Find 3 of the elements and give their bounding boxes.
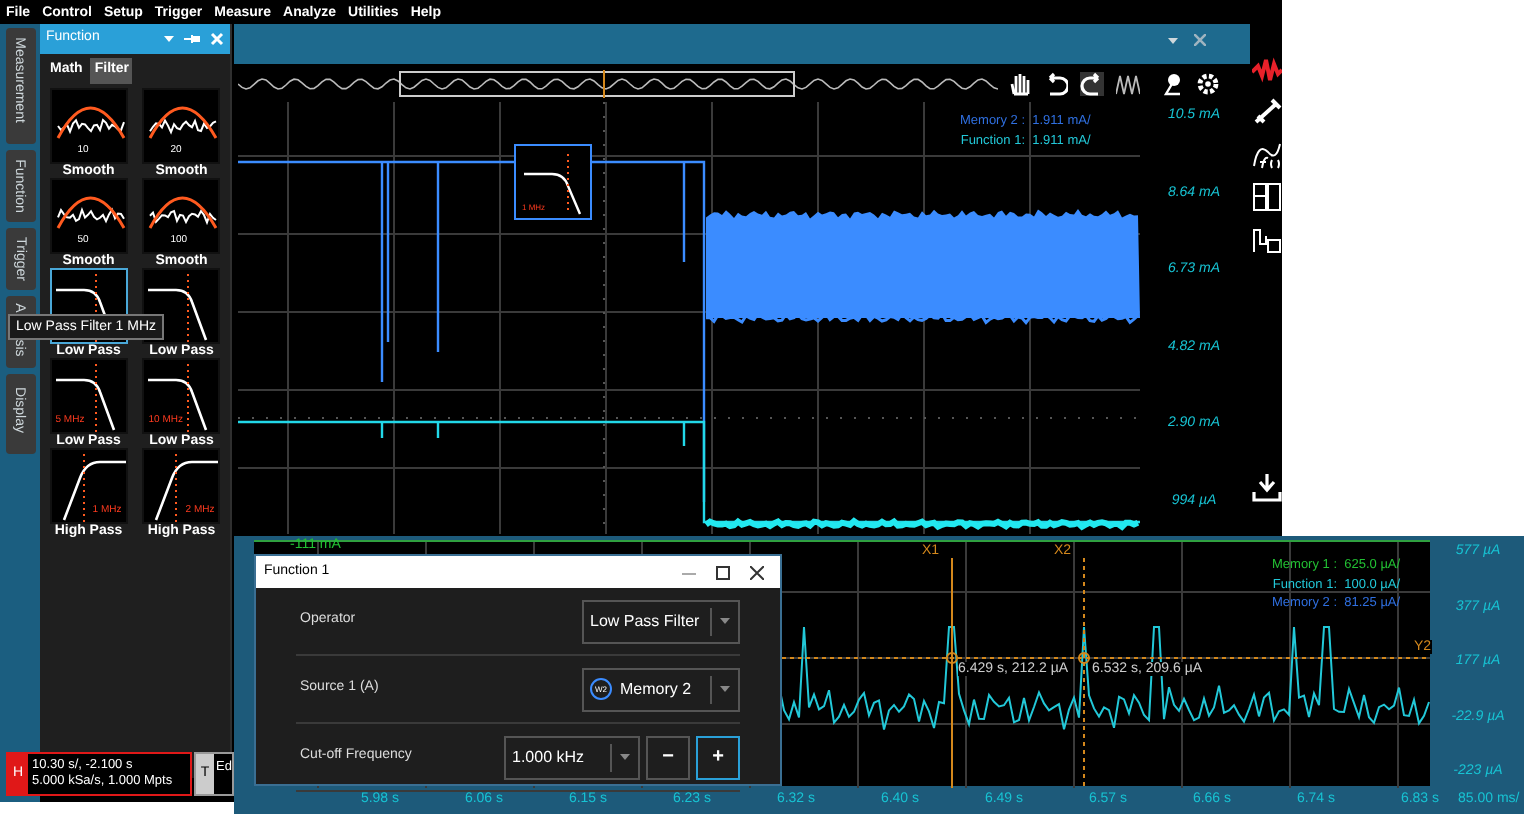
dropdown-value: Low Pass Filter xyxy=(590,609,700,633)
dropdown-value: 1.000 kHz xyxy=(510,745,587,769)
dropdown-value: Memory 2 xyxy=(620,677,692,701)
